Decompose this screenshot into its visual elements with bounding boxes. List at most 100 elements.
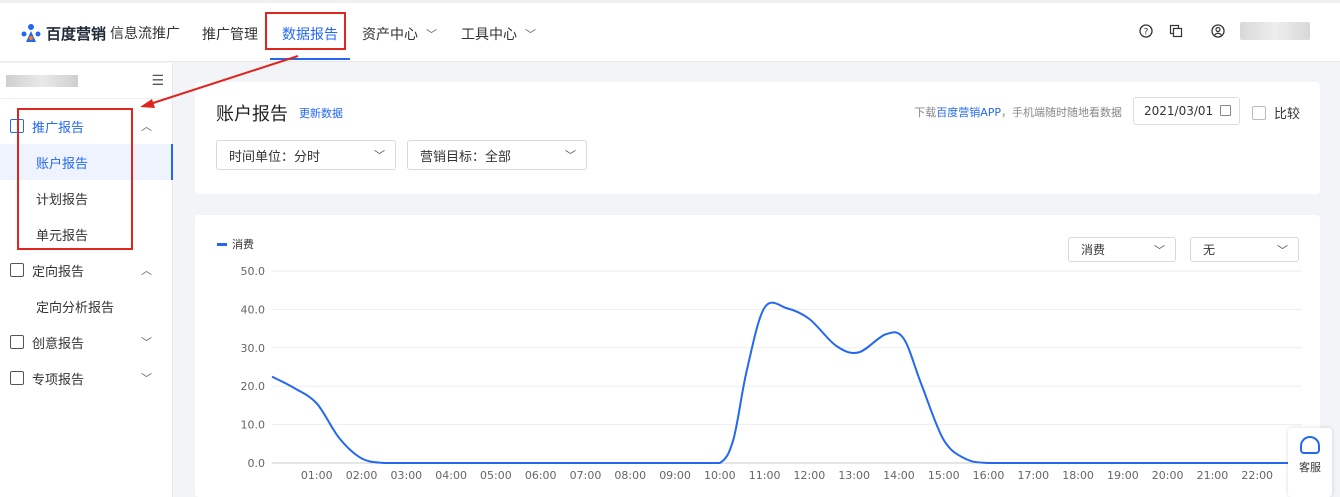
x-tick-label: 09:00 [659, 469, 691, 482]
y-tick-label: 40.0 [241, 303, 266, 316]
series-line-spend[interactable] [271, 301, 1302, 464]
x-tick-label: 02:00 [346, 469, 378, 482]
nav-item-promotion-management[interactable]: 推广管理 [190, 12, 270, 58]
y-tick-label: 30.0 [241, 342, 266, 355]
app-download-link[interactable]: 百度营销APP [936, 106, 1001, 119]
chevron-down-icon: ﹀ [426, 28, 437, 41]
x-tick-label: 10:00 [704, 469, 736, 482]
chevron-up-icon: ︿ [141, 120, 152, 133]
target-icon [10, 263, 24, 277]
x-tick-label: 06:00 [525, 469, 557, 482]
y-tick-label: 0.0 [248, 457, 266, 470]
sidebar-group-label: 专项报告 [32, 372, 85, 388]
compare-metric-value: 无 [1203, 243, 1216, 257]
marketing-goal-value: 营销目标：全部 [420, 149, 512, 165]
time-unit-value: 时间单位：分时 [229, 149, 321, 165]
customer-service-float[interactable]: 客服 [1288, 428, 1332, 497]
chevron-down-icon: ﹀ [565, 149, 576, 162]
x-tick-label: 22:00 [1241, 469, 1273, 482]
y-tick-label: 50.0 [241, 265, 266, 278]
date-picker[interactable]: 2021/03/01 [1133, 97, 1240, 125]
x-tick-label: 11:00 [749, 469, 781, 482]
report-header-panel: 账户报告 更新数据 下载百度营销APP，手机端随时随地看数据 2021/03/0… [195, 82, 1320, 194]
main-nav: 推广管理 数据报告 资产中心 ﹀ 工具中心 ﹀ [190, 12, 548, 62]
chevron-down-icon: ﹀ [141, 372, 152, 385]
nav-label: 工具中心 [461, 27, 517, 43]
x-tick-label: 16:00 [973, 469, 1005, 482]
customer-service-label: 客服 [1299, 461, 1321, 474]
x-tick-label: 17:00 [1017, 469, 1049, 482]
x-tick-label: 03:00 [390, 469, 422, 482]
sidebar-group-label: 创意报告 [32, 336, 85, 352]
y-tick-label: 20.0 [241, 380, 266, 393]
collapse-menu-icon[interactable]: ☰ [151, 73, 164, 89]
user-icon[interactable] [1210, 23, 1226, 39]
chevron-down-icon: ﹀ [1277, 243, 1288, 257]
help-icon[interactable]: ? [1138, 23, 1154, 39]
header-actions: ? [1138, 22, 1310, 40]
creative-icon [10, 335, 24, 349]
metric-select[interactable]: 消费 ﹀ [1068, 237, 1176, 262]
x-tick-label: 07:00 [570, 469, 602, 482]
chart-legend[interactable]: 消费 [217, 236, 254, 252]
svg-text:?: ? [1144, 28, 1149, 38]
sidebar-group-creative-report[interactable]: 创意报告 ﹀ [0, 324, 172, 360]
brand-logo[interactable]: 百度营销 信息流推广 [20, 22, 180, 44]
nav-item-asset-center[interactable]: 资产中心 ﹀ [350, 12, 449, 58]
x-tick-label: 01:00 [301, 469, 333, 482]
metric-value: 消费 [1081, 243, 1106, 257]
x-tick-label: 15:00 [928, 469, 960, 482]
calendar-icon [1220, 105, 1231, 116]
username-redacted[interactable] [1240, 22, 1310, 40]
sidebar-group-special-report[interactable]: 专项报告 ﹀ [0, 360, 172, 396]
nav-label: 推广管理 [202, 27, 258, 43]
refresh-data-link[interactable]: 更新数据 [299, 105, 343, 121]
nav-item-tool-center[interactable]: 工具中心 ﹀ [449, 12, 548, 58]
annotation-box-nav [265, 12, 346, 50]
compare-metric-select[interactable]: 无 ﹀ [1190, 237, 1299, 262]
legend-label: 消费 [232, 238, 254, 251]
page-title: 账户报告 [216, 104, 288, 125]
compare-toggle[interactable]: 比较 [1251, 103, 1300, 122]
account-name-redacted [6, 74, 78, 87]
chevron-down-icon: ﹀ [525, 28, 536, 41]
chevron-down-icon: ﹀ [141, 336, 152, 349]
x-tick-label: 04:00 [435, 469, 467, 482]
chevron-up-icon: ︿ [141, 264, 152, 277]
app-download-note: 下载百度营销APP，手机端随时随地看数据 [914, 104, 1122, 120]
x-tick-label: 13:00 [838, 469, 870, 482]
sidebar-group-label: 定向报告 [32, 264, 85, 280]
x-tick-label: 20:00 [1152, 469, 1184, 482]
x-tick-label: 19:00 [1107, 469, 1139, 482]
nav-label: 资产中心 [362, 27, 418, 43]
headset-icon [1300, 436, 1320, 454]
x-tick-label: 05:00 [480, 469, 512, 482]
copy-icon[interactable] [1168, 23, 1184, 39]
top-navigation-bar: 百度营销 信息流推广 推广管理 数据报告 资产中心 ﹀ 工具中心 ﹀ ? [0, 0, 1340, 62]
x-tick-label: 18:00 [1062, 469, 1094, 482]
time-unit-select[interactable]: 时间单位：分时 ﹀ [216, 140, 396, 170]
top-divider [0, 0, 1340, 3]
date-value: 2021/03/01 [1144, 104, 1214, 118]
logo-text: 百度营销 [46, 24, 107, 43]
marketing-goal-select[interactable]: 营销目标：全部 ﹀ [407, 140, 587, 170]
sidebar-group-targeting-report[interactable]: 定向报告 ︿ [0, 252, 172, 288]
x-tick-label: 21:00 [1197, 469, 1229, 482]
x-tick-label: 08:00 [614, 469, 646, 482]
x-tick-label: 12:00 [794, 469, 826, 482]
baidu-marketing-logo-icon [21, 24, 41, 42]
annotation-box-sidebar [17, 108, 133, 250]
sidebar-item-label: 定向分析报告 [36, 300, 115, 316]
y-tick-label: 10.0 [241, 419, 266, 432]
sidebar-item-targeting-analysis-report[interactable]: 定向分析报告 [0, 288, 172, 324]
chevron-down-icon: ﹀ [1154, 243, 1165, 257]
sidebar-header: ☰ [0, 63, 172, 99]
compare-checkbox[interactable] [1251, 105, 1266, 120]
x-tick-label: 14:00 [883, 469, 915, 482]
app-note-suffix: ，手机端随时随地看数据 [1001, 106, 1122, 119]
legend-marker [217, 242, 227, 246]
logo-subtitle: 信息流推广 [110, 26, 181, 42]
chevron-down-icon: ﹀ [374, 149, 385, 162]
app-note-prefix: 下载 [914, 106, 937, 119]
chart-panel: 0.0 10.0 20.0 30.0 40.0 50.0 01:00 02:00 03:00 04… [195, 215, 1320, 497]
